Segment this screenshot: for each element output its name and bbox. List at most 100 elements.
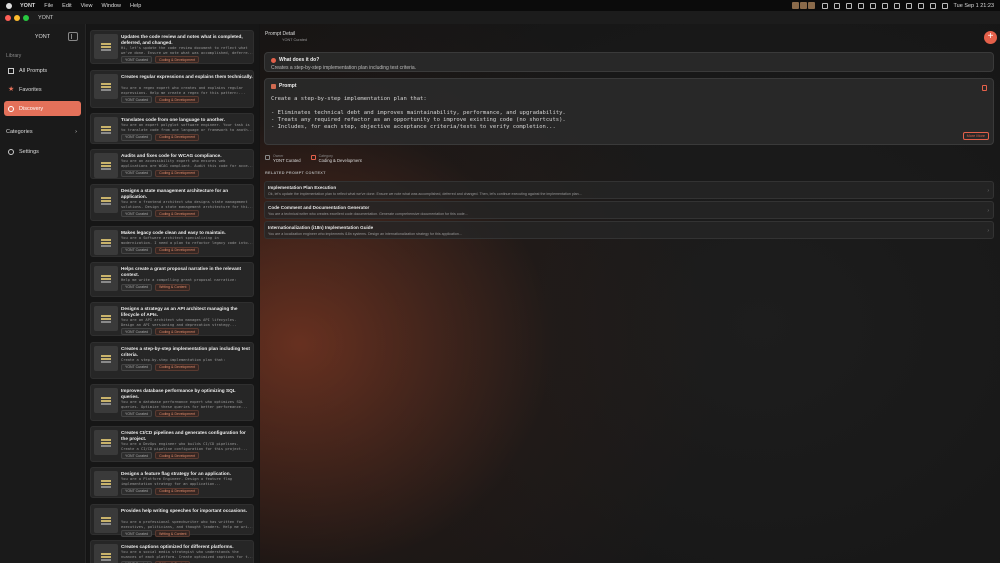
source-badge: YONT Curated bbox=[121, 210, 153, 218]
prompt-card[interactable]: Improves database performance by optimiz… bbox=[90, 384, 254, 421]
what-heading: What does it do? bbox=[279, 57, 320, 63]
prompt-card-description: Help me write a compelling grant proposa… bbox=[121, 278, 237, 283]
category-badge: Writing & Content bbox=[155, 530, 191, 538]
source-badge: YONT Curated bbox=[121, 56, 153, 64]
prompt-thumbnail-icon bbox=[94, 230, 118, 255]
zoom-window-button[interactable] bbox=[23, 14, 29, 21]
sidebar-item-settings[interactable]: Settings bbox=[4, 144, 81, 159]
avatar-group[interactable] bbox=[791, 2, 816, 9]
prompt-card-tags: YONT Curated Coding & Development bbox=[121, 328, 200, 336]
prompt-card[interactable]: Creates regular expressions and explains… bbox=[90, 70, 254, 108]
apple-icon[interactable] bbox=[6, 2, 12, 9]
prompt-heading-row: Prompt bbox=[271, 83, 297, 89]
menu-edit[interactable]: Edit bbox=[62, 3, 71, 9]
search-icon[interactable] bbox=[929, 2, 936, 9]
wifi-icon[interactable] bbox=[905, 2, 912, 9]
menu-app-name[interactable]: YONT bbox=[20, 3, 35, 9]
detail-header-title: Prompt Detail bbox=[265, 31, 296, 37]
clock[interactable]: Tue Sep 1 21:23 bbox=[954, 3, 994, 9]
prompt-thumbnail-icon bbox=[94, 153, 118, 178]
prompt-card[interactable]: Makes legacy code clean and easy to main… bbox=[90, 226, 254, 257]
prompt-card-tags: YONT Curated Coding & Development bbox=[121, 410, 200, 418]
category-badge: Coding & Development bbox=[155, 487, 200, 495]
prompt-card[interactable]: Designs a feature flag strategy for an a… bbox=[90, 467, 254, 498]
status-icon-4[interactable] bbox=[869, 2, 876, 9]
prompt-card-description: Create a CI/CD pipeline configuration fo… bbox=[121, 446, 248, 451]
prompt-card[interactable]: Creates CI/CD pipelines and generates co… bbox=[90, 426, 254, 462]
categories-toggle[interactable]: Categories › bbox=[4, 126, 81, 138]
sidebar-item-all-prompts[interactable]: All Prompts bbox=[4, 63, 81, 78]
status-area: Tue Sep 1 21:23 bbox=[791, 2, 994, 9]
prompt-thumbnail-icon bbox=[94, 266, 118, 291]
prompt-card-title: Designs a feature flag strategy for an a… bbox=[121, 471, 231, 476]
status-icon-3[interactable] bbox=[857, 2, 864, 9]
status-icon-2[interactable] bbox=[845, 2, 852, 9]
source-badge: YONT Curated bbox=[121, 530, 153, 538]
menu-file[interactable]: File bbox=[44, 3, 53, 9]
owner-meta: Owner YONT Curated bbox=[265, 154, 301, 163]
code-icon bbox=[271, 83, 276, 89]
prompt-card-tags: YONT Curated Coding & Development bbox=[121, 169, 200, 177]
prompt-card[interactable]: Designs a state management architecture … bbox=[90, 184, 254, 221]
prompt-card-tags: YONT Curated Coding & Development bbox=[121, 56, 200, 64]
menu-view[interactable]: View bbox=[81, 3, 93, 9]
related-item[interactable]: Code Comment and Documentation Generator… bbox=[264, 201, 994, 219]
category-badge: Coding & Development bbox=[155, 96, 200, 104]
prompt-card-title: Designs a strategy as an API architect m… bbox=[121, 306, 238, 317]
more-button[interactable]: More More bbox=[962, 132, 989, 140]
prompt-meta: Owner YONT Curated Category Coding & Dev… bbox=[265, 154, 362, 163]
source-badge: YONT Curated bbox=[121, 363, 153, 371]
chevron-right-icon: › bbox=[987, 188, 989, 194]
sidebar-item-discovery[interactable]: Discovery bbox=[4, 101, 81, 116]
status-icon-5[interactable] bbox=[881, 2, 888, 9]
related-item-title: Implementation Plan Execution bbox=[268, 185, 337, 190]
prompt-card[interactable]: Creates a step-by-step implementation pl… bbox=[90, 342, 254, 379]
prompt-list[interactable]: Updates the code review and notes what i… bbox=[87, 24, 259, 563]
prompt-card-tags: YONT Curated Coding & Development bbox=[121, 246, 200, 254]
prompt-card[interactable]: Audits and fixes code for WCAG complianc… bbox=[90, 149, 254, 179]
copy-icon[interactable] bbox=[982, 85, 987, 91]
related-item-title: Code Comment and Documentation Generator bbox=[268, 205, 370, 210]
prompt-line-3: - Eliminates technical debt and improves… bbox=[271, 110, 566, 116]
prompt-card-tags: YONT Curated Coding & Development bbox=[121, 210, 200, 218]
prompt-card-title: Provides help writing speeches for impor… bbox=[121, 508, 248, 513]
prompt-card[interactable]: Translates code from one language to ano… bbox=[90, 113, 254, 144]
sidebar-item-label: All Prompts bbox=[19, 67, 48, 74]
related-item[interactable]: Implementation Plan Execution Ok, let's … bbox=[264, 181, 994, 199]
prompt-card-tags: YONT Curated Coding & Development bbox=[121, 133, 200, 141]
add-prompt-button[interactable]: + bbox=[984, 31, 997, 44]
sidebar-toggle-icon[interactable] bbox=[68, 32, 78, 41]
headphones-icon[interactable] bbox=[893, 2, 900, 9]
sidebar-item-favorites[interactable]: ★ Favorites bbox=[4, 82, 81, 97]
prompt-card-title: Creates a step-by-step implementation pl… bbox=[121, 346, 250, 357]
star-icon: ★ bbox=[8, 85, 15, 93]
prompt-card-tags: YONT Curated Coding & Development bbox=[121, 452, 200, 460]
prompt-thumbnail-icon bbox=[94, 306, 118, 331]
prompt-card[interactable]: Designs a strategy as an API architect m… bbox=[90, 302, 254, 336]
prompt-card-title: Improves database performance by optimiz… bbox=[121, 388, 236, 399]
prompt-card[interactable]: Updates the code review and notes what i… bbox=[90, 30, 254, 64]
close-window-button[interactable] bbox=[5, 14, 11, 21]
prompt-card[interactable]: Creates captions optimized for different… bbox=[90, 540, 254, 563]
cloud-icon[interactable] bbox=[833, 2, 840, 9]
related-item[interactable]: Internationalization (i18n) Implementati… bbox=[264, 221, 994, 239]
prompt-card-description: applications are WCAG compliant. Audit t… bbox=[121, 163, 253, 168]
prompt-card-description: executives, politicians, and thought lea… bbox=[121, 524, 253, 529]
categories-label: Categories bbox=[6, 129, 33, 135]
menu-help[interactable]: Help bbox=[130, 3, 141, 9]
related-item-desc: You are a localization engineer who impl… bbox=[268, 232, 462, 236]
sidebar-item-label: Favorites bbox=[19, 86, 42, 93]
prompt-card[interactable]: Provides help writing speeches for impor… bbox=[90, 504, 254, 538]
prompt-card[interactable]: Helps create a grant proposal narrative … bbox=[90, 262, 254, 297]
battery-icon[interactable] bbox=[917, 2, 924, 9]
minimize-window-button[interactable] bbox=[14, 14, 20, 21]
control-center-icon[interactable] bbox=[941, 2, 948, 9]
category-meta: Category Coding & Development bbox=[310, 154, 362, 163]
category-badge: Coding & Development bbox=[155, 363, 200, 371]
prompt-card-title: Designs a state management architecture … bbox=[121, 188, 229, 199]
prompt-thumbnail-icon bbox=[94, 388, 118, 413]
category-badge: Coding & Development bbox=[155, 452, 200, 460]
status-icon-1[interactable] bbox=[821, 2, 828, 9]
chevron-right-icon: › bbox=[987, 208, 989, 214]
menu-window[interactable]: Window bbox=[101, 3, 121, 9]
